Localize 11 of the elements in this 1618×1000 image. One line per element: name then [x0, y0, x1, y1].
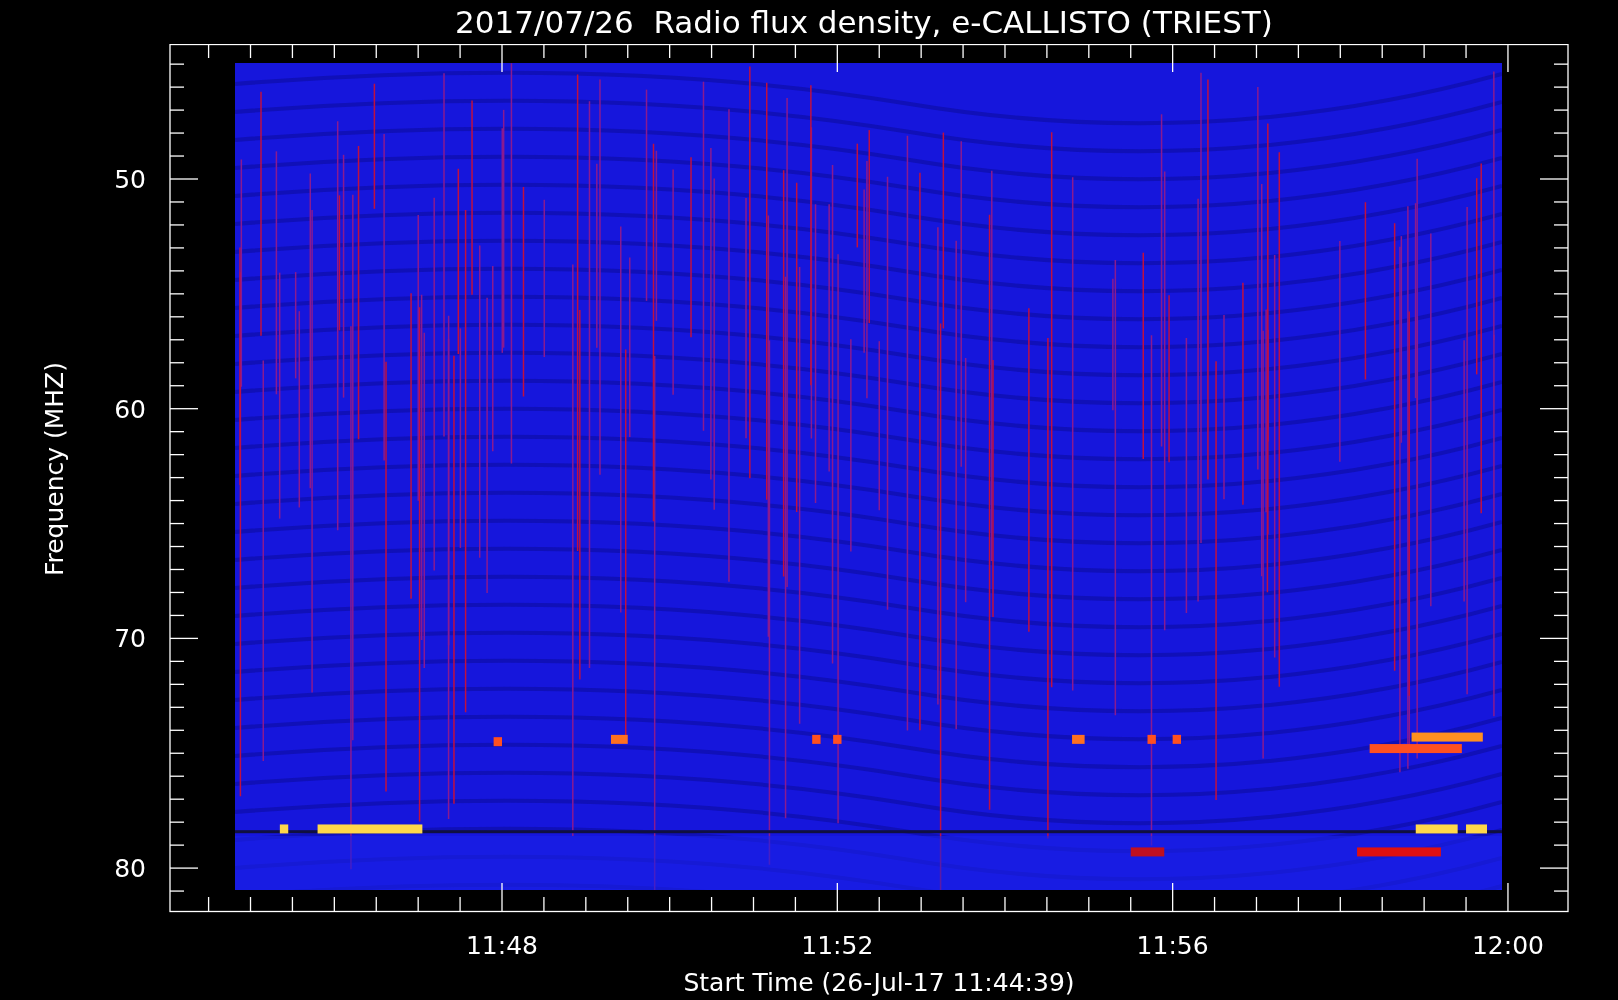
x-axis-title: Start Time (26-Jul-17 11:44:39) — [682, 969, 1076, 997]
y-tick-label: 80 — [114, 854, 146, 884]
x-tick-label: 11:52 — [801, 931, 874, 960]
y-axis-title: Frequency (MHZ) — [41, 362, 69, 577]
y-tick-label: 50 — [114, 165, 146, 194]
x-tick-label: 12:00 — [1471, 931, 1544, 960]
plot-title: 2017/07/26 Radio flux density, e-CALLISTO (TRIEST) — [454, 3, 1274, 42]
x-tick-label: 11:56 — [1136, 931, 1209, 960]
y-tick-label: 60 — [114, 394, 146, 424]
x-tick-label: 11:48 — [466, 931, 538, 960]
y-tick-label: 70 — [114, 624, 146, 654]
